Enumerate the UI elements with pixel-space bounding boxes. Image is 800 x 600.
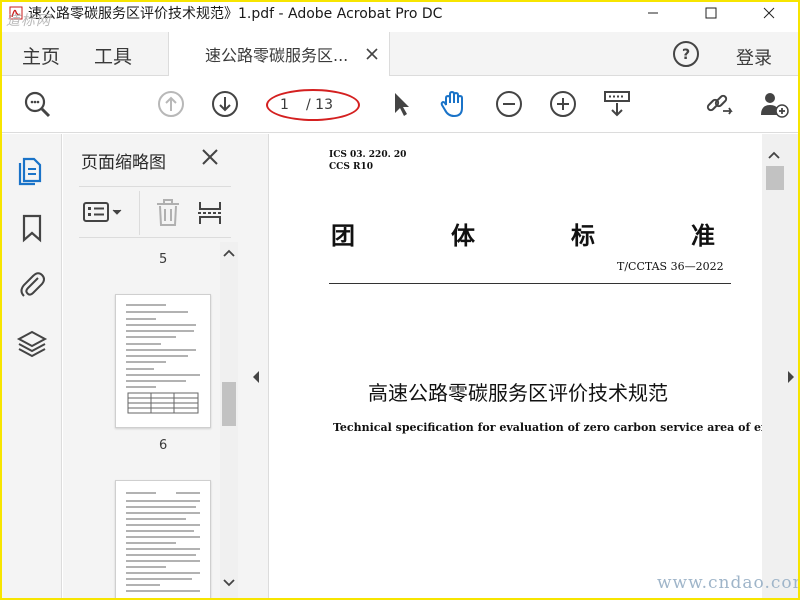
home-tab[interactable]: 主页 <box>22 42 60 69</box>
window-title: 速公路零碳服务区评价技术规范》1.pdf - Adobe Acrobat Pro… <box>28 6 443 22</box>
hand-tool-icon[interactable] <box>438 89 468 119</box>
menu-bar: 主页 工具 速公路零碳服务区... ? 登录 <box>2 32 798 76</box>
heading-char: 标 <box>571 222 595 250</box>
tools-tab[interactable]: 工具 <box>94 42 132 69</box>
standard-code: T/CCTAS 36—2022 <box>617 260 724 273</box>
add-user-icon[interactable] <box>758 89 789 119</box>
heading-char: 团 <box>331 222 355 250</box>
panel-title: 页面缩略图 <box>81 153 166 173</box>
document-scrollbar[interactable] <box>762 134 798 598</box>
previous-page-icon[interactable] <box>156 89 186 119</box>
document-subtitle: Technical specification for evaluation o… <box>333 421 798 434</box>
layers-icon[interactable] <box>16 328 48 360</box>
tool-divider <box>139 191 140 235</box>
panel-collapse-handle[interactable] <box>243 134 269 598</box>
close-tab-icon[interactable] <box>365 46 379 60</box>
expand-arrow-icon[interactable] <box>786 370 796 384</box>
page-label: 6 <box>159 438 168 453</box>
delete-page-icon[interactable] <box>155 199 181 227</box>
document-tab[interactable]: 速公路零碳服务区... <box>168 32 390 76</box>
zoom-in-icon[interactable] <box>548 89 578 119</box>
acrobat-window: 速公路零碳服务区评价技术规范》1.pdf - Adobe Acrobat Pro… <box>2 2 798 598</box>
highlight-oval <box>266 89 360 121</box>
document-tab-label: 速公路零碳服务区... <box>205 46 349 65</box>
navigation-rail <box>2 134 62 598</box>
scroll-thumb[interactable] <box>222 382 236 426</box>
bookmark-icon[interactable] <box>16 212 48 244</box>
page-thumbnail[interactable] <box>115 294 211 428</box>
select-cursor-icon[interactable] <box>386 89 416 119</box>
search-icon[interactable] <box>22 89 52 119</box>
watermark-site: www.cndao.com <box>657 573 798 593</box>
svg-text:?: ? <box>682 47 690 63</box>
thumbnails-panel: 页面缩略图 5 6 <box>63 134 243 598</box>
page-label: 5 <box>159 252 168 267</box>
page-thumbnail[interactable] <box>115 480 211 598</box>
next-page-icon[interactable] <box>210 89 240 119</box>
toolbar: 1 / 13 <box>2 77 798 133</box>
minimize-button[interactable] <box>624 2 682 24</box>
thumbnail-text-lines <box>126 492 200 592</box>
extract-pages-icon[interactable] <box>197 199 223 227</box>
heading-char: 准 <box>691 222 715 250</box>
attachment-icon[interactable] <box>16 268 48 300</box>
document-title: 高速公路零碳服务区评价技术规范 <box>368 381 668 405</box>
ics-code: ICS 03. 220. 20 <box>329 150 407 160</box>
watermark-logo: 道标网 <box>6 13 51 29</box>
title-bar: 速公路零碳服务区评价技术规范》1.pdf - Adobe Acrobat Pro… <box>2 2 798 24</box>
thumbnail-scrollbar[interactable] <box>220 242 238 598</box>
ccs-code: CCS R10 <box>329 162 373 172</box>
heading-char: 体 <box>451 222 475 250</box>
scroll-up-arrow-icon[interactable] <box>223 248 235 258</box>
header-rule <box>329 283 731 284</box>
zoom-out-icon[interactable] <box>494 89 524 119</box>
maximize-button[interactable] <box>682 2 740 24</box>
document-page: ICS 03. 220. 20 CCS R10 团 体 标 准 T/CCTAS … <box>269 134 798 598</box>
help-icon[interactable]: ? <box>672 40 700 68</box>
options-menu-icon[interactable] <box>83 201 127 225</box>
scroll-down-arrow-icon[interactable] <box>223 578 235 588</box>
panel-toolbar <box>79 186 231 238</box>
collapse-arrow-icon[interactable] <box>251 370 261 384</box>
scroll-up-arrow-icon[interactable] <box>768 150 780 160</box>
share-link-icon[interactable] <box>704 89 734 119</box>
close-panel-icon[interactable] <box>201 148 219 166</box>
page-display-icon[interactable] <box>602 89 632 119</box>
login-link[interactable]: 登录 <box>736 44 772 70</box>
window-controls <box>624 2 798 24</box>
close-window-button[interactable] <box>740 2 798 24</box>
page-thumbnails-icon[interactable] <box>16 154 48 186</box>
thumbnail-text-lines <box>126 304 200 414</box>
thumbnail-list: 5 6 <box>63 242 223 598</box>
scroll-thumb[interactable] <box>766 166 784 190</box>
